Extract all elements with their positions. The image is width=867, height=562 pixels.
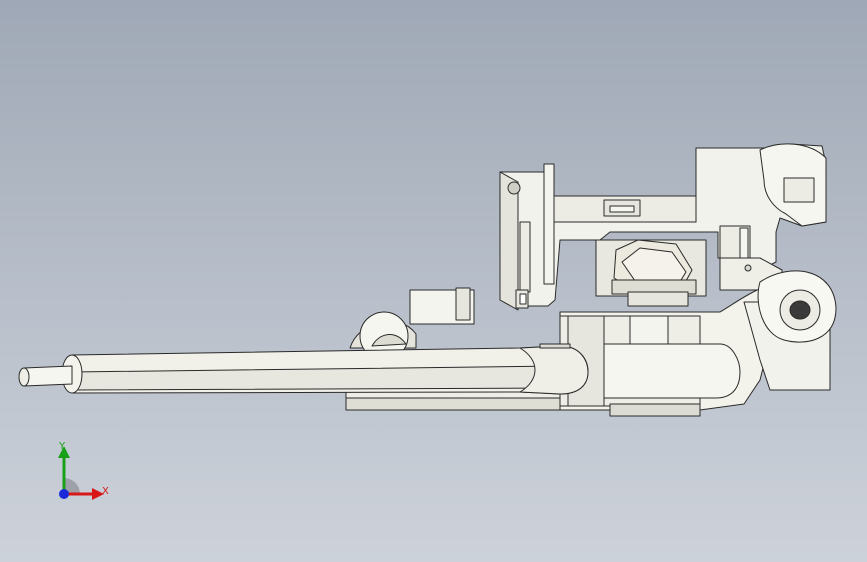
x-axis-label: X — [102, 486, 109, 497]
coordinate-triad: Y X — [40, 438, 120, 518]
barrel — [18, 343, 589, 395]
triad-axes — [58, 446, 104, 500]
y-axis-label: Y — [59, 441, 66, 452]
z-axis-dot — [59, 489, 69, 499]
model-view[interactable] — [0, 0, 867, 562]
cad-viewport[interactable]: Y X — [0, 0, 867, 562]
center-joint — [595, 239, 707, 307]
